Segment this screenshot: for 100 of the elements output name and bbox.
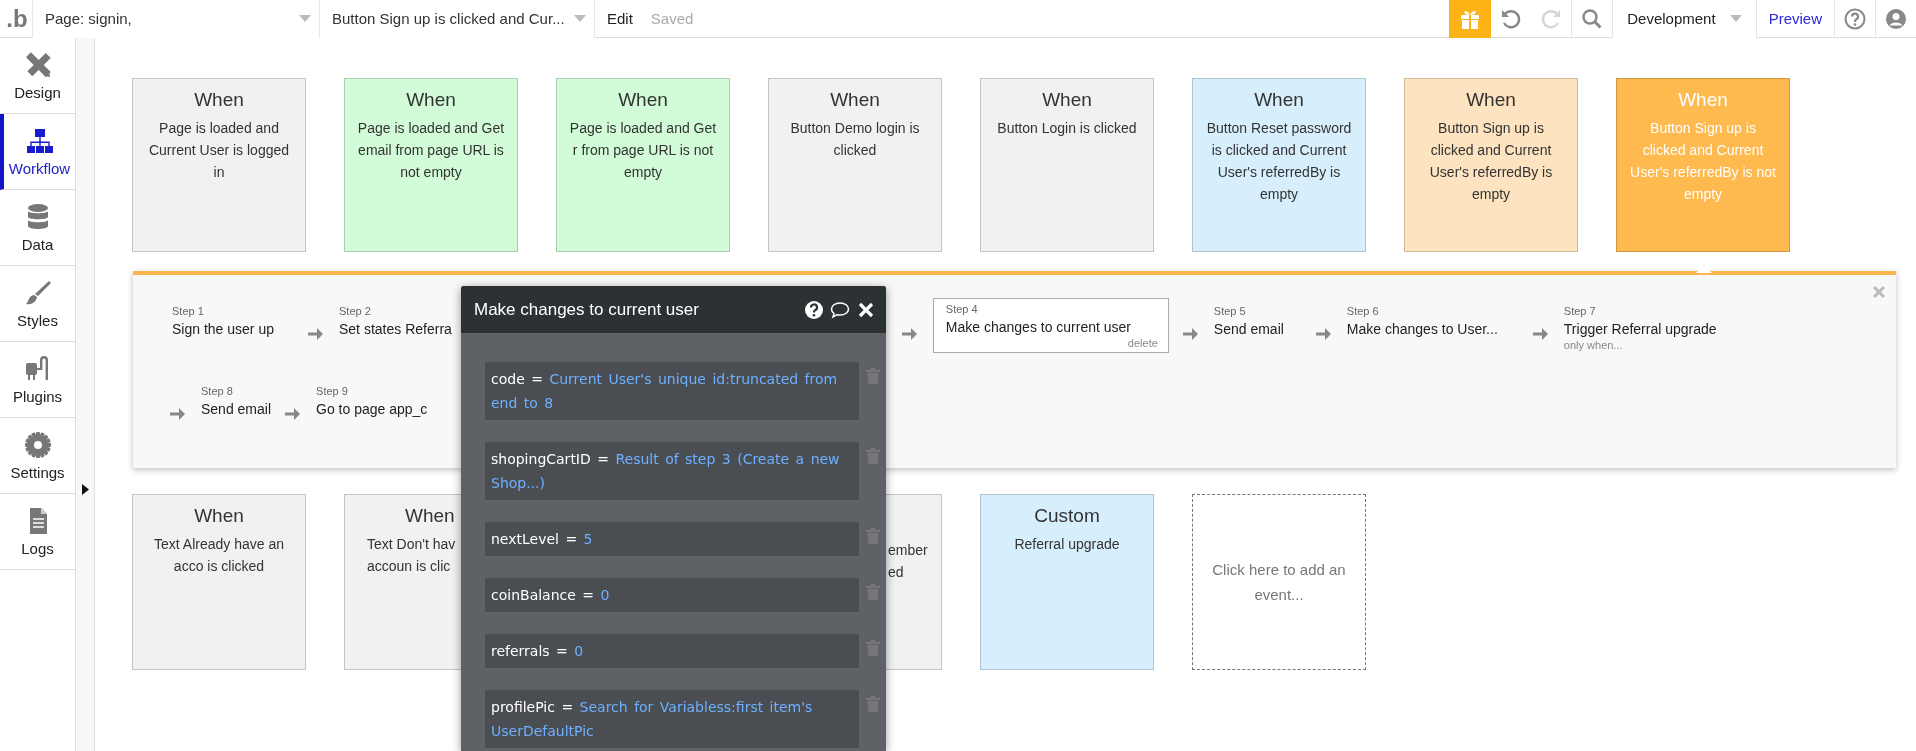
trash-icon[interactable] — [866, 448, 880, 464]
help-icon — [1844, 7, 1866, 30]
delete-link[interactable]: delete — [945, 337, 1158, 349]
preview-link[interactable]: Preview — [1756, 10, 1834, 27]
field-assignment[interactable]: nextLevel = 5 — [485, 522, 859, 556]
event-type: When — [1465, 89, 1517, 111]
event-description: Button Login is clicked — [996, 119, 1138, 138]
step-number: Step 2 — [339, 305, 372, 317]
popup-title: Make changes to current user — [474, 299, 700, 320]
step-action: Make changes to User... — [1346, 321, 1499, 337]
step-number: Step 6 — [1346, 305, 1380, 317]
caret-icon — [299, 15, 311, 22]
arrow-icon — [1182, 327, 1198, 341]
field-assignment[interactable]: profilePic = Search for Variabless:first item's UserDefaultPic — [485, 690, 859, 748]
event-card[interactable]: When Text Already have an acco is clicked — [132, 494, 306, 670]
event-description: Page is loaded and Get r from page URL is not empty — [569, 119, 717, 182]
account-icon — [1885, 7, 1907, 30]
event-description: Text Don't hav accoun is clic — [367, 535, 456, 576]
trash-icon[interactable] — [866, 368, 880, 384]
sidebar-item[interactable]: Plugins — [0, 342, 75, 418]
arrow-icon — [308, 327, 323, 341]
event-description: Page is loaded and Get email from page URL is not empty — [357, 119, 505, 182]
step-condition: only when... — [1563, 339, 1624, 351]
event-card[interactable]: When Button Demo login is clicked — [768, 78, 942, 252]
step-number: Step 8 — [201, 385, 234, 397]
event-card[interactable]: When Button Login is clicked — [980, 78, 1154, 252]
event-card[interactable]: When Page is loaded and Get r from page URL is not empty — [556, 78, 730, 252]
event-description: Button Reset password is clicked and Current User's referredBy is empty — [1205, 119, 1353, 204]
add-event-card[interactable]: Click here to add an event... — [1192, 494, 1366, 670]
event-type: When — [193, 89, 245, 111]
trash-icon[interactable] — [866, 584, 880, 600]
event-description: ember ed — [887, 541, 929, 582]
event-card[interactable]: Custom Referral upgrade — [980, 494, 1154, 670]
step-action: Make changes to current user — [945, 319, 1133, 335]
step-action: Send email — [1213, 321, 1285, 337]
workflow-icon — [24, 126, 55, 156]
arrow-icon — [285, 407, 301, 421]
step-action: Sign the user up — [172, 321, 275, 337]
workflow-step[interactable]: Step 1 Sign the user up — [172, 305, 294, 337]
trash-icon[interactable] — [866, 528, 880, 544]
workflow-step[interactable]: Step 5 Send email — [1213, 305, 1302, 337]
dropdown[interactable]: Button Sign up is clicked and Cur... — [320, 0, 595, 38]
event-type: When — [829, 89, 881, 111]
settings-icon — [22, 430, 53, 460]
arrow-icon — [1532, 327, 1548, 341]
sidebar-item[interactable]: Logs — [0, 494, 75, 570]
event-description: Referral upgrade — [1013, 535, 1121, 554]
arrow-icon — [901, 327, 917, 341]
redo-icon — [1540, 7, 1563, 30]
workflow-step[interactable]: Step 4 Make changes to current user delete — [932, 298, 1169, 353]
environment-dropdown[interactable]: Development — [1612, 0, 1757, 38]
step-number: Step 9 — [316, 385, 349, 397]
search-icon — [1581, 7, 1604, 30]
step-action: Trigger Referral upgrade — [1563, 321, 1717, 337]
step-action: Send email — [201, 401, 272, 417]
event-description: Button Sign up is clicked and Current User's referredBy is not empty — [1629, 119, 1777, 204]
undo-icon — [1500, 7, 1523, 30]
caret-icon — [1729, 15, 1742, 22]
event-type: When — [404, 505, 456, 527]
event-type: When — [1041, 89, 1093, 111]
workflow-step[interactable]: Step 7 Trigger Referral upgrade only when... — [1563, 305, 1717, 351]
trash-icon[interactable] — [866, 696, 880, 712]
event-type: Custom — [1033, 505, 1101, 527]
caret-icon — [574, 15, 586, 22]
comment-icon[interactable] — [830, 299, 850, 320]
event-description: Page is loaded and Current User is logged in — [147, 119, 291, 182]
step-action: Go to page app_c — [316, 401, 428, 417]
dropdown[interactable]: Page: signin, — [33, 0, 320, 38]
event-description: Button Demo login is clicked — [789, 119, 921, 160]
workflow-step[interactable]: Step 8 Send email — [201, 385, 272, 417]
event-card[interactable]: When Button Sign up is clicked and Current User's referredBy is empty — [1404, 78, 1578, 252]
step-number: Step 7 — [1563, 305, 1597, 317]
edit-menu[interactable]: Edit — [595, 10, 645, 27]
help-icon[interactable] — [804, 299, 824, 320]
expand-icon[interactable] — [82, 484, 89, 495]
arrow-icon — [1315, 327, 1331, 341]
event-card[interactable]: When Page is loaded and Get email from page URL is not empty — [344, 78, 518, 252]
event-description: Text Already have an acco is clicked — [153, 535, 285, 576]
sidebar-item[interactable]: Data — [0, 190, 75, 266]
sidebar-item[interactable]: Settings — [0, 418, 75, 494]
trash-icon[interactable] — [866, 640, 880, 656]
event-type: When — [1253, 89, 1305, 111]
field-assignment[interactable]: shopingCartID = Result of step 3 (Create a new Shop...) — [485, 442, 859, 500]
workflow-step[interactable]: Step 2 Set states Referra — [339, 305, 452, 337]
event-card[interactable]: When Page is loaded and Current User is logged in — [132, 78, 306, 252]
field-assignment[interactable]: coinBalance = 0 — [485, 578, 859, 612]
step-number: Step 4 — [945, 303, 979, 315]
event-type: When — [405, 89, 457, 111]
field-assignment[interactable]: referrals = 0 — [485, 634, 859, 668]
step-number: Step 5 — [1213, 305, 1247, 317]
sidebar-item[interactable]: Styles — [0, 266, 75, 342]
event-card[interactable]: When Button Reset password is clicked and Current User's referredBy is empty — [1192, 78, 1366, 252]
workflow-step[interactable]: Step 9 Go to page app_c — [316, 385, 428, 417]
arrow-icon — [170, 407, 185, 421]
step-action: Set states Referra — [339, 321, 452, 337]
workflow-step[interactable]: Step 6 Make changes to User... — [1346, 305, 1519, 337]
event-type: When — [1677, 89, 1729, 111]
field-assignment[interactable]: code = Current User's unique id:truncated from end to 8 — [485, 362, 859, 420]
gift-button[interactable] — [1449, 0, 1492, 38]
sidebar-item[interactable]: Design — [0, 38, 75, 114]
